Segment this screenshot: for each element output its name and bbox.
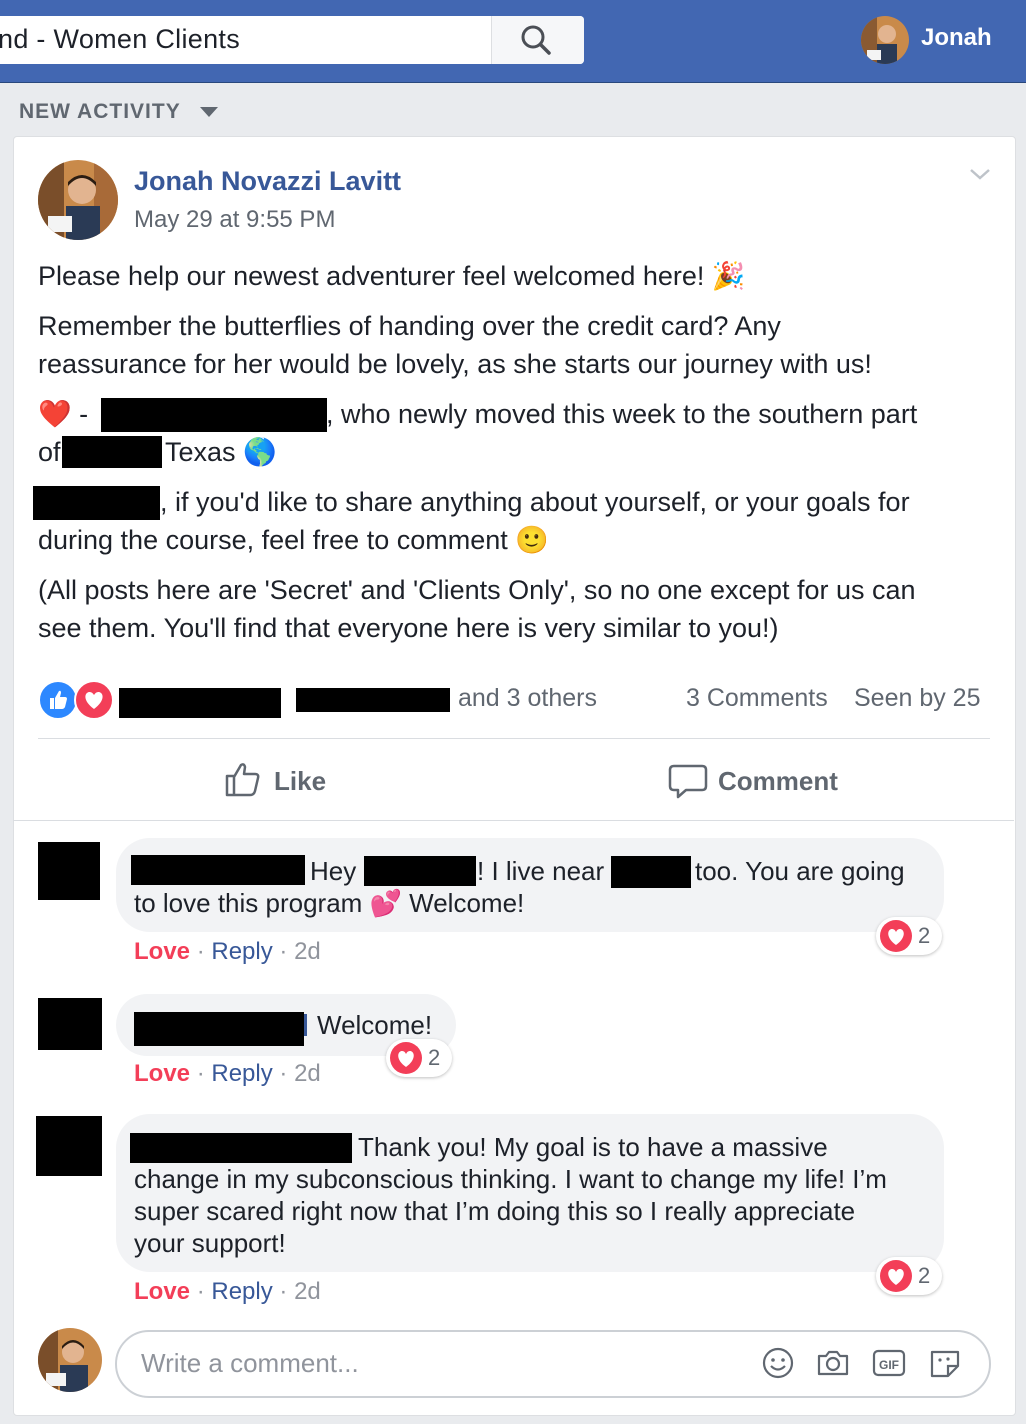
love-reaction-icon	[880, 1260, 912, 1292]
comment-text: your support!	[134, 1228, 286, 1258]
redaction-bar	[62, 436, 162, 468]
reaction-count-badge[interactable]: 2	[876, 917, 942, 955]
post-text-line: , if you'd like to share anything about …	[160, 487, 910, 517]
reaction-count-badge[interactable]: 2	[386, 1039, 452, 1077]
like-reaction-icon	[38, 680, 78, 720]
reply-link[interactable]: Reply	[211, 1278, 272, 1305]
reply-link[interactable]: Reply	[211, 1060, 272, 1087]
post-text-line: (All posts here are 'Secret' and 'Client…	[38, 575, 916, 605]
post-text-line: Texas 🌎	[165, 437, 277, 467]
reactors-others-link[interactable]: and 3 others	[458, 684, 597, 713]
thumbs-up-icon	[225, 763, 260, 797]
reaction-count-badge[interactable]: 2	[876, 1257, 942, 1295]
redaction-bar	[364, 856, 476, 886]
post-text-line: ❤️ -	[38, 399, 89, 429]
comment-label: Comment	[718, 766, 838, 796]
new-activity-sort[interactable]: NEW ACTIVITY	[19, 100, 181, 124]
love-reaction-link[interactable]: Love	[134, 938, 190, 965]
emoji-icon[interactable]	[761, 1346, 795, 1380]
reaction-count: 2	[918, 1263, 931, 1288]
post-author-link[interactable]: Jonah Novazzi Lavitt	[134, 166, 401, 197]
love-reaction-icon	[390, 1042, 422, 1074]
divider	[13, 820, 1014, 821]
comment-meta: Love · Reply · 2d	[134, 1060, 321, 1087]
like-button[interactable]: Like	[222, 758, 342, 802]
comment-text: to love this program 💕 Welcome!	[134, 888, 525, 918]
comment-composer[interactable]: Write a comment... GIF	[115, 1330, 991, 1398]
commenter-avatar[interactable]	[38, 842, 100, 900]
redaction-bar	[101, 398, 327, 432]
svg-text:GIF: GIF	[879, 1358, 899, 1372]
comment-text: change in my subconscious thinking. I wa…	[134, 1164, 887, 1194]
reaction-count: 2	[918, 923, 931, 948]
commenter-avatar[interactable]	[36, 1116, 102, 1176]
profile-avatar[interactable]	[861, 16, 909, 64]
redaction-bar	[611, 856, 691, 888]
search-icon	[521, 25, 551, 55]
comment-timestamp[interactable]: 2d	[294, 1278, 321, 1305]
post-text-line: during the course, feel free to comment …	[38, 525, 549, 555]
comment-timestamp[interactable]: 2d	[294, 938, 321, 965]
top-bar: nd - Women Clients Jonah	[0, 0, 1026, 83]
comment-icon	[668, 764, 708, 799]
search-box[interactable]: nd - Women Clients	[0, 16, 584, 64]
comment-text: Hey	[310, 856, 357, 886]
chevron-down-icon[interactable]	[968, 166, 992, 182]
name-fragment	[304, 1014, 307, 1036]
redaction-bar	[33, 486, 160, 520]
comment-text: ! I live near	[477, 856, 605, 886]
redaction-bar	[131, 855, 305, 885]
comment-input[interactable]: Write a comment...	[141, 1348, 359, 1379]
camera-icon[interactable]	[815, 1346, 851, 1380]
redaction-bar	[130, 1133, 352, 1163]
post-timestamp[interactable]: May 29 at 9:55 PM	[134, 206, 335, 234]
sticker-icon[interactable]	[927, 1346, 963, 1380]
comment-meta: Love · Reply · 2d	[134, 1278, 321, 1305]
comment-timestamp[interactable]: 2d	[294, 1060, 321, 1087]
comment-text: Thank you! My goal is to have a massive	[358, 1132, 828, 1162]
seen-by-link[interactable]: Seen by 25	[854, 684, 981, 713]
caret-down-icon[interactable]	[200, 107, 218, 117]
comment-meta: Love · Reply · 2d	[134, 938, 321, 965]
post-text-line: , who newly moved this week to the south…	[326, 399, 918, 429]
search-button[interactable]	[491, 16, 584, 64]
post-text-line: see them. You'll find that everyone here…	[38, 613, 779, 643]
reply-link[interactable]: Reply	[211, 938, 272, 965]
composer-avatar	[38, 1328, 102, 1392]
like-label: Like	[274, 766, 327, 796]
love-reaction-icon	[880, 920, 912, 952]
commenter-avatar[interactable]	[38, 998, 102, 1050]
profile-name-link[interactable]: Jonah	[921, 24, 992, 52]
comment-text: Welcome!	[317, 1010, 433, 1040]
love-reaction-link[interactable]: Love	[134, 1278, 190, 1305]
comment-button[interactable]: Comment	[668, 758, 858, 802]
comment-text: super scared right now that I’m doing th…	[134, 1196, 856, 1226]
reaction-count: 2	[428, 1045, 441, 1070]
redaction-bar	[119, 688, 281, 718]
author-avatar[interactable]	[38, 160, 118, 240]
comments-count-link[interactable]: 3 Comments	[686, 684, 828, 713]
gif-icon[interactable]: GIF	[871, 1346, 907, 1380]
post-text-line: Remember the butterflies of handing over…	[38, 311, 781, 341]
post-text-line: reassurance for her would be lovely, as …	[38, 349, 872, 379]
post-text-line: of	[38, 437, 61, 467]
love-reaction-icon	[74, 680, 114, 720]
love-reaction-link[interactable]: Love	[134, 1060, 190, 1087]
search-input[interactable]: nd - Women Clients	[0, 24, 240, 55]
divider	[38, 738, 990, 739]
redaction-bar	[296, 688, 450, 712]
comment-text: too. You are going	[695, 856, 905, 886]
redaction-bar	[134, 1012, 304, 1046]
post-text-line: Please help our newest adventurer feel w…	[38, 261, 746, 291]
